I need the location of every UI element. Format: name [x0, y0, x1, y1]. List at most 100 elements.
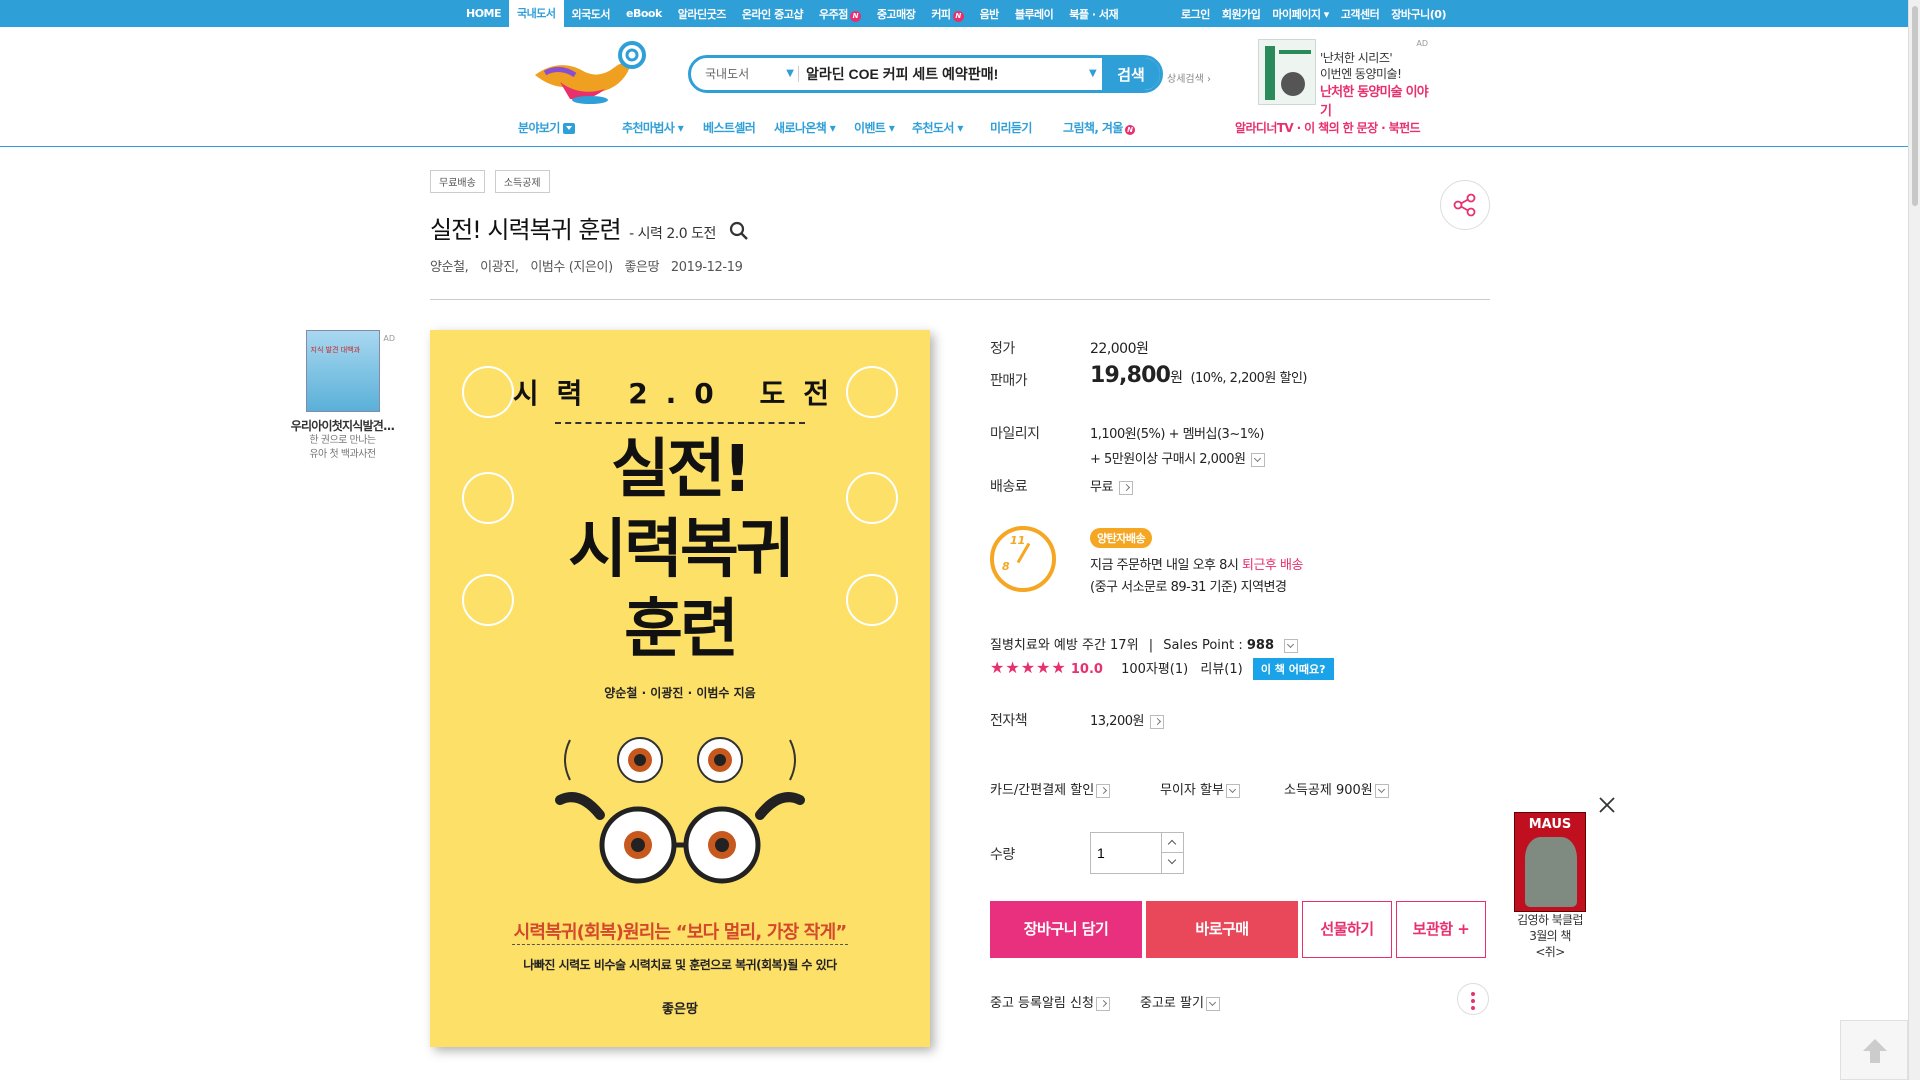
- close-icon[interactable]: [1598, 796, 1616, 814]
- subnav-recommend-wizard[interactable]: 추천마법사 ▾: [622, 119, 684, 136]
- used-alert-link[interactable]: 중고 등록알림 신청: [990, 992, 1110, 1011]
- top-nav-music[interactable]: 음반: [972, 6, 1007, 22]
- publisher-link[interactable]: 좋은땅: [624, 260, 659, 275]
- subnav-picture-books[interactable]: 그림책, 겨울 N: [1063, 119, 1135, 136]
- top-nav-bluray[interactable]: 블루레이: [1007, 6, 1061, 22]
- subnav-events[interactable]: 이벤트 ▾: [854, 119, 895, 136]
- chevron-right-icon[interactable]: [1149, 714, 1164, 729]
- chevron-down-icon[interactable]: [1251, 452, 1266, 467]
- card-discount[interactable]: 카드/간편결제 할인: [990, 779, 1111, 798]
- book-cover-image[interactable]: 시력 2.0 도전 실전! 시력복귀 훈련 양순철 · 이광진 · 이범수 지음…: [430, 330, 930, 1047]
- aladin-logo[interactable]: [530, 37, 650, 107]
- subnav-bestseller[interactable]: 베스트셀러: [703, 119, 756, 136]
- left-ad-desc2: 유아 첫 백과사전: [309, 449, 376, 460]
- weekly-rank[interactable]: 질병치료와 예방 주간 17위: [990, 638, 1139, 653]
- share-button[interactable]: [1440, 180, 1490, 230]
- delivery-line2[interactable]: (중구 서소문로 89-31 기준) 지역변경: [1090, 576, 1287, 595]
- shipping-value: 무료: [1090, 476, 1133, 495]
- ebook-price-text[interactable]: 13,200원: [1090, 714, 1144, 729]
- card-discount-text: 카드/간편결제 할인: [990, 783, 1095, 798]
- gift-button[interactable]: 선물하기: [1302, 901, 1392, 958]
- share-icon: [1453, 193, 1476, 217]
- page-scrollbar[interactable]: [1908, 0, 1920, 1080]
- top-nav-bookple[interactable]: 북플 · 서재: [1061, 6, 1126, 22]
- more-options-button[interactable]: [1457, 983, 1489, 1015]
- search-category-select[interactable]: 국내도서 ▼: [705, 58, 800, 90]
- left-ad-banner[interactable]: AD 지식 발견 대백과 우리아이첫지식발견... 한 권으로 만나는 유아 첫…: [290, 330, 395, 462]
- floating-ad-banner[interactable]: MAUS 김영하 북클럽 3월의 책 <쥐>: [1510, 812, 1590, 960]
- how-about-this-book-button[interactable]: 이 책 어때요?: [1252, 658, 1334, 680]
- header-ad-line1: '난처한 시리즈': [1320, 51, 1393, 65]
- search-dropdown-icon[interactable]: ▼: [1089, 58, 1097, 90]
- dropdown-arrow-icon: [562, 123, 575, 134]
- chevron-right-icon: [1096, 783, 1111, 798]
- wishlist-button[interactable]: 보관함 +: [1396, 901, 1486, 958]
- buy-now-button[interactable]: 바로구매: [1146, 901, 1298, 958]
- floating-ad-line2: 3월의 책: [1529, 929, 1571, 943]
- top-nav-used-store[interactable]: 중고매장: [869, 6, 923, 22]
- tax-deduction-info[interactable]: 소득공제 900원: [1284, 779, 1389, 798]
- header-ad-line2: 이번엔 동양미술!: [1320, 67, 1402, 81]
- search-button[interactable]: 검색: [1102, 58, 1160, 90]
- header-ad-banner[interactable]: '난처한 시리즈' 이번엔 동양미술! 난처한 동양미술 이야기 AD: [1258, 39, 1429, 119]
- top-nav-goods[interactable]: 알라딘굿즈: [670, 6, 734, 22]
- publish-date: 2019-12-19: [670, 260, 743, 275]
- floating-ad-line3: <쥐>: [1535, 945, 1565, 959]
- speaker-circle-icon: [462, 472, 514, 524]
- rating-stars: ★★★★★: [990, 658, 1067, 677]
- sell-used-link[interactable]: 중고로 팔기: [1140, 992, 1220, 1011]
- floating-ad-cover: MAUS: [1514, 812, 1586, 912]
- installment-text: 무이자 할부: [1160, 783, 1224, 798]
- cart-link[interactable]: 장바구니(0): [1385, 6, 1452, 22]
- shipping-value-text: 무료: [1090, 480, 1113, 495]
- mileage-line2: + 5만원이상 구매시 2,000원: [1090, 448, 1266, 467]
- top-nav-ebook[interactable]: eBook: [618, 7, 670, 20]
- signup-link[interactable]: 회원가입: [1216, 6, 1266, 22]
- mypage-link[interactable]: 마이페이지 ▾: [1266, 6, 1334, 22]
- quantity-increase-button[interactable]: [1161, 833, 1183, 853]
- scrollbar-thumb[interactable]: [1912, 6, 1918, 206]
- top-nav-used-shop[interactable]: 온라인 중고샵: [734, 6, 811, 22]
- target-circle-icon: [846, 472, 898, 524]
- ranking-row: 질병치료와 예방 주간 17위 | Sales Point : 988: [990, 634, 1299, 653]
- login-link[interactable]: 로그인: [1175, 6, 1216, 22]
- customer-center-link[interactable]: 고객센터: [1335, 6, 1385, 22]
- top-nav-domestic-books[interactable]: 국내도서: [509, 0, 564, 27]
- search-divider: [798, 66, 799, 82]
- installment-info[interactable]: 무이자 할부: [1160, 779, 1240, 798]
- top-nav-foreign-books[interactable]: 외국도서: [564, 6, 618, 22]
- subnav-new-books[interactable]: 새로나온책 ▾: [774, 119, 836, 136]
- short-review-count[interactable]: 100자평(1): [1121, 662, 1188, 677]
- top-nav-space-store-label: 우주점: [818, 7, 848, 21]
- author-link[interactable]: 이광진,: [480, 260, 519, 275]
- top-nav-home[interactable]: HOME: [458, 7, 509, 20]
- chevron-right-icon[interactable]: [1118, 480, 1133, 495]
- author-link[interactable]: 이범수 (지은이): [530, 260, 613, 275]
- advanced-search-link[interactable]: 상세검색 ›: [1167, 70, 1211, 85]
- ebook-price: 13,200원: [1090, 710, 1164, 729]
- cover-slogan-underline: [512, 944, 848, 945]
- quantity-input[interactable]: [1097, 841, 1157, 865]
- subnav-preview-listen[interactable]: 미리듣기: [990, 119, 1032, 136]
- subnav-right-links[interactable]: 알라디너TV · 이 책의 한 문장 · 북펀드: [1235, 119, 1421, 136]
- top-nav-space-store[interactable]: 우주점 N: [811, 6, 869, 22]
- left-ad-title: 우리아이첫지식발견...: [290, 419, 395, 433]
- scroll-to-top-button[interactable]: [1840, 1020, 1908, 1080]
- top-nav-coffee[interactable]: 커피 N: [923, 6, 971, 22]
- chevron-down-icon[interactable]: [1284, 638, 1299, 653]
- sell-used-text: 중고로 팔기: [1140, 996, 1204, 1011]
- search-icon[interactable]: [729, 221, 749, 241]
- list-price-value: 22,000원: [1090, 341, 1149, 357]
- top-nav-links: HOME 국내도서 외국도서 eBook 알라딘굿즈 온라인 중고샵 우주점 N …: [458, 0, 1126, 27]
- add-to-cart-button[interactable]: 장바구니 담기: [990, 901, 1142, 958]
- subnav-recommended[interactable]: 추천도서 ▾: [912, 119, 963, 136]
- cover-description: 나빠진 시력도 비수술 시력치료 및 훈련으로 복귀(회복)될 수 있다: [523, 958, 837, 972]
- review-count[interactable]: 리뷰(1): [1200, 662, 1242, 677]
- new-badge: N: [849, 10, 861, 22]
- browse-categories-button[interactable]: 분야보기: [518, 119, 575, 136]
- after-work-delivery-link[interactable]: 퇴근후 배송: [1242, 558, 1303, 573]
- quantity-decrease-button[interactable]: [1161, 853, 1183, 873]
- search-input[interactable]: [806, 58, 1096, 90]
- spectacles-circle-icon: [846, 574, 898, 626]
- author-link[interactable]: 양순철,: [430, 260, 469, 275]
